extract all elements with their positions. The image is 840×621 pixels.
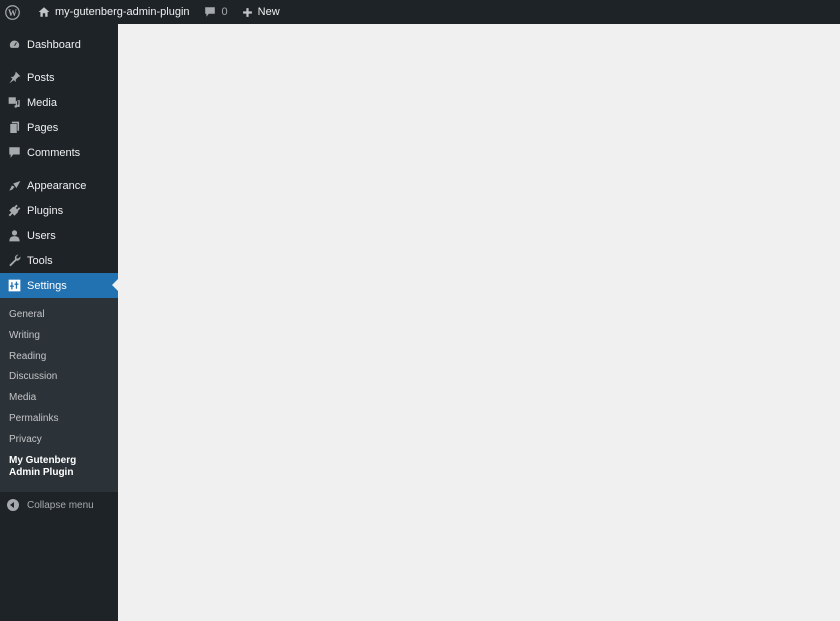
new-label: New: [257, 6, 280, 18]
submenu-item-permalinks[interactable]: Permalinks: [0, 409, 118, 430]
collapse-menu-label: Collapse menu: [27, 499, 94, 511]
sidebar-item-label: Posts: [27, 71, 55, 84]
paintbrush-icon: [7, 179, 21, 193]
sidebar-item-dashboard[interactable]: Dashboard: [0, 32, 118, 57]
submenu-item-reading[interactable]: Reading: [0, 347, 118, 368]
sidebar-item-label: Settings: [27, 279, 67, 292]
media-icon: [7, 96, 21, 110]
sidebar-item-users[interactable]: Users: [0, 223, 118, 248]
comments-count: 0: [221, 6, 228, 18]
user-icon: [7, 229, 21, 243]
comment-icon: [204, 7, 215, 17]
comments-link[interactable]: 0: [198, 0, 234, 24]
admin-bar: W my-gutenberg-admin-plugin 0 New: [0, 0, 840, 24]
sidebar-item-posts[interactable]: Posts: [0, 65, 118, 90]
dashboard-icon: [7, 38, 21, 52]
submenu-item-privacy[interactable]: Privacy: [0, 430, 118, 451]
wordpress-logo-button[interactable]: W: [0, 0, 26, 24]
sidebar-item-label: Comments: [27, 146, 81, 159]
submenu-item-writing[interactable]: Writing: [0, 326, 118, 347]
submenu-item-my-gutenberg-admin-plugin[interactable]: My Gutenberg Admin Plugin: [0, 451, 118, 485]
site-name-label: my-gutenberg-admin-plugin: [55, 6, 190, 18]
sidebar-item-label: Dashboard: [27, 38, 81, 51]
wrench-icon: [7, 254, 21, 268]
sidebar-item-label: Users: [27, 229, 56, 242]
submenu-item-media[interactable]: Media: [0, 388, 118, 409]
pushpin-icon: [7, 71, 21, 85]
collapse-arrow-icon: [7, 499, 19, 512]
sidebar-item-pages[interactable]: Pages: [0, 115, 118, 140]
comments-icon: [7, 146, 21, 160]
sidebar-item-media[interactable]: Media: [0, 90, 118, 115]
sidebar-item-plugins[interactable]: Plugins: [0, 198, 118, 223]
settings-submenu: General Writing Reading Discussion Media…: [0, 298, 118, 493]
collapse-menu-button[interactable]: Collapse menu: [0, 492, 118, 518]
sidebar-item-label: Media: [27, 96, 57, 109]
settings-icon: [7, 279, 21, 293]
submenu-item-general[interactable]: General: [0, 305, 118, 326]
sidebar-item-label: Tools: [27, 254, 53, 267]
svg-text:W: W: [8, 7, 17, 17]
sidebar-item-label: Pages: [27, 121, 59, 134]
wordpress-logo-icon: W: [5, 4, 20, 20]
site-name-link[interactable]: my-gutenberg-admin-plugin: [32, 0, 196, 24]
home-icon: [38, 7, 50, 17]
sidebar-item-comments[interactable]: Comments: [0, 140, 118, 165]
sidebar-item-label: Appearance: [27, 179, 87, 192]
plus-icon: [242, 7, 252, 17]
submenu-item-discussion[interactable]: Discussion: [0, 367, 118, 388]
sidebar-item-tools[interactable]: Tools: [0, 248, 118, 273]
pages-icon: [7, 121, 21, 135]
plugin-icon: [7, 204, 21, 218]
sidebar-item-appearance[interactable]: Appearance: [0, 173, 118, 198]
sidebar-item-label: Plugins: [27, 204, 64, 217]
main-content: [118, 24, 840, 621]
admin-sidebar: Dashboard Posts Media Pages Comments App…: [0, 24, 118, 621]
sidebar-item-settings[interactable]: Settings: [0, 273, 118, 298]
new-content-button[interactable]: New: [236, 0, 286, 24]
